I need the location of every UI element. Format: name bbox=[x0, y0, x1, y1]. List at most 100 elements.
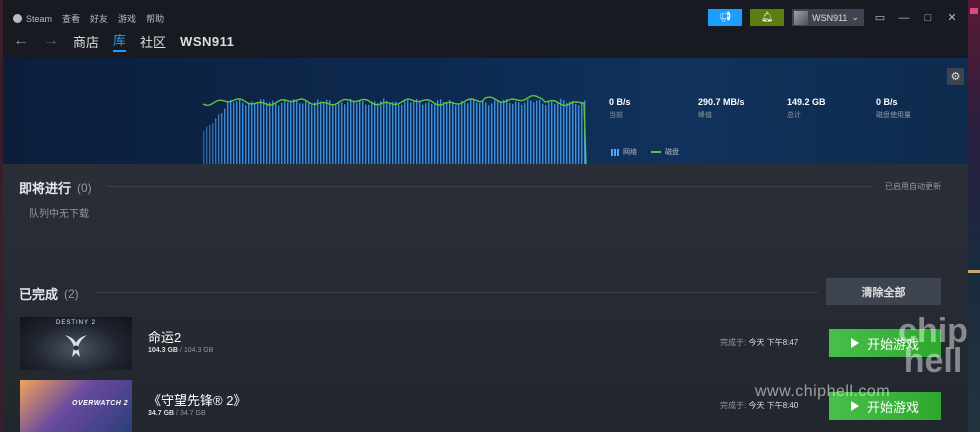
size-separator: / bbox=[176, 410, 178, 417]
stat-current: 0 B/s 当前 bbox=[609, 97, 698, 120]
network-bar bbox=[365, 104, 367, 164]
game-thumbnail[interactable]: OVERWATCH 2 bbox=[20, 380, 132, 432]
big-picture-icon[interactable]: ▭ bbox=[872, 11, 888, 24]
network-bar bbox=[410, 102, 412, 164]
nav-profile[interactable]: WSN911 bbox=[180, 34, 234, 49]
network-bar bbox=[446, 101, 448, 164]
download-settings-button[interactable]: ⚙︎ bbox=[947, 68, 964, 85]
network-bar bbox=[476, 102, 478, 164]
network-bar bbox=[383, 98, 385, 164]
network-bar bbox=[467, 103, 469, 164]
stat-disk: 0 B/s 磁盘使用量 bbox=[876, 97, 965, 120]
stat-total-label: 总计 bbox=[787, 112, 801, 119]
gear-icon: ⚙︎ bbox=[950, 71, 961, 83]
network-bar bbox=[251, 101, 253, 164]
network-bar bbox=[377, 103, 379, 164]
network-bar bbox=[455, 105, 457, 164]
watermark-logo: chip hell bbox=[898, 312, 968, 380]
network-bar bbox=[326, 99, 328, 164]
list-item[interactable]: DESTINY 2 命运2 104.3 GB / 104.3 GB 完成于: 今… bbox=[20, 317, 950, 371]
stat-current-label: 当前 bbox=[609, 112, 623, 119]
network-bar bbox=[380, 101, 382, 164]
steam-window: Steam 查看 好友 游戏 帮助 ← → 商店 库 社区 WSN911 📢︎ … bbox=[3, 0, 968, 432]
arrow-left-icon[interactable]: ← bbox=[13, 33, 29, 49]
network-bar bbox=[275, 103, 277, 164]
game-name[interactable]: 命运2 bbox=[148, 327, 181, 346]
minimize-icon[interactable]: — bbox=[896, 12, 912, 24]
network-bar bbox=[266, 102, 268, 164]
download-graph: ⚙︎ 0 B/s 当前 290.7 MB/s 峰值 149.2 GB 总计 0 … bbox=[3, 58, 968, 164]
network-bar bbox=[344, 104, 346, 164]
steam-menu[interactable]: Steam bbox=[13, 14, 52, 24]
menu-help[interactable]: 帮助 bbox=[146, 12, 164, 25]
network-bar bbox=[284, 100, 286, 164]
network-bar bbox=[566, 102, 568, 164]
broadcast-button[interactable]: 📢︎ bbox=[708, 9, 743, 26]
size-total: 34.7 GB bbox=[179, 410, 206, 417]
network-bar bbox=[578, 105, 580, 164]
network-bar bbox=[224, 108, 226, 164]
bar-chart-icon bbox=[611, 148, 619, 156]
nav-library[interactable]: 库 bbox=[113, 30, 127, 52]
network-bar bbox=[230, 99, 232, 164]
network-bar bbox=[293, 99, 295, 164]
maximize-icon[interactable]: □ bbox=[920, 12, 936, 24]
network-bar bbox=[572, 100, 574, 164]
network-bar bbox=[311, 105, 313, 164]
stat-disk-label: 磁盘使用量 bbox=[876, 112, 911, 119]
network-bar bbox=[260, 99, 262, 164]
network-bar bbox=[338, 101, 340, 164]
nav-community[interactable]: 社区 bbox=[140, 32, 166, 51]
menu-bar: Steam 查看 好友 游戏 帮助 bbox=[13, 12, 164, 25]
network-bar bbox=[536, 100, 538, 164]
size-total: 104.3 GB bbox=[183, 347, 214, 354]
network-bar bbox=[539, 99, 541, 164]
nav-store[interactable]: 商店 bbox=[73, 32, 99, 51]
game-thumbnail[interactable]: DESTINY 2 bbox=[20, 317, 132, 370]
network-bar bbox=[533, 102, 535, 164]
line-icon bbox=[651, 151, 661, 153]
completed-label: 完成于: bbox=[720, 338, 747, 347]
network-bar bbox=[470, 99, 472, 164]
network-bar bbox=[557, 102, 559, 164]
completed-label: 完成于: bbox=[720, 401, 747, 410]
network-bar bbox=[434, 104, 436, 164]
close-icon[interactable]: ✕ bbox=[944, 11, 960, 24]
notifications-button[interactable]: 🔔︎ bbox=[750, 9, 785, 26]
network-bar bbox=[485, 102, 487, 164]
network-bar bbox=[500, 102, 502, 164]
network-bar bbox=[569, 101, 571, 164]
destiny-emblem-icon bbox=[65, 335, 87, 357]
desktop-background-right bbox=[968, 0, 980, 432]
network-bar bbox=[416, 98, 418, 164]
network-bar bbox=[389, 103, 391, 164]
menu-view[interactable]: 查看 bbox=[62, 12, 80, 25]
network-bar bbox=[278, 105, 280, 164]
stat-peak-value: 290.7 MB/s bbox=[698, 97, 745, 107]
thumbnail-title: DESTINY 2 bbox=[56, 320, 96, 326]
network-bar bbox=[359, 100, 361, 164]
menu-friends[interactable]: 好友 bbox=[90, 12, 108, 25]
network-bar bbox=[443, 102, 445, 164]
arrow-right-icon[interactable]: → bbox=[43, 33, 59, 49]
network-bar bbox=[290, 102, 292, 164]
network-bar bbox=[527, 99, 529, 164]
network-bar bbox=[545, 105, 547, 164]
network-bar bbox=[575, 103, 577, 164]
account-menu[interactable]: WSN911 ⌄ bbox=[792, 9, 864, 26]
stat-disk-value: 0 B/s bbox=[876, 97, 898, 107]
completed-header: 已完成 (2) bbox=[19, 284, 79, 303]
network-bar bbox=[473, 98, 475, 164]
clear-all-button[interactable]: 清除全部 bbox=[826, 278, 941, 305]
menu-games[interactable]: 游戏 bbox=[118, 12, 136, 25]
game-name[interactable]: 《守望先锋® 2》 bbox=[148, 390, 246, 409]
network-bar bbox=[269, 102, 271, 164]
network-bar bbox=[323, 102, 325, 164]
network-bar bbox=[506, 99, 508, 164]
play-icon bbox=[850, 338, 859, 348]
auto-update-status[interactable]: 已启用自动更新 bbox=[885, 181, 941, 192]
network-bar bbox=[392, 102, 394, 164]
network-bar bbox=[428, 101, 430, 164]
network-bar bbox=[515, 101, 517, 164]
network-bar bbox=[329, 100, 331, 164]
